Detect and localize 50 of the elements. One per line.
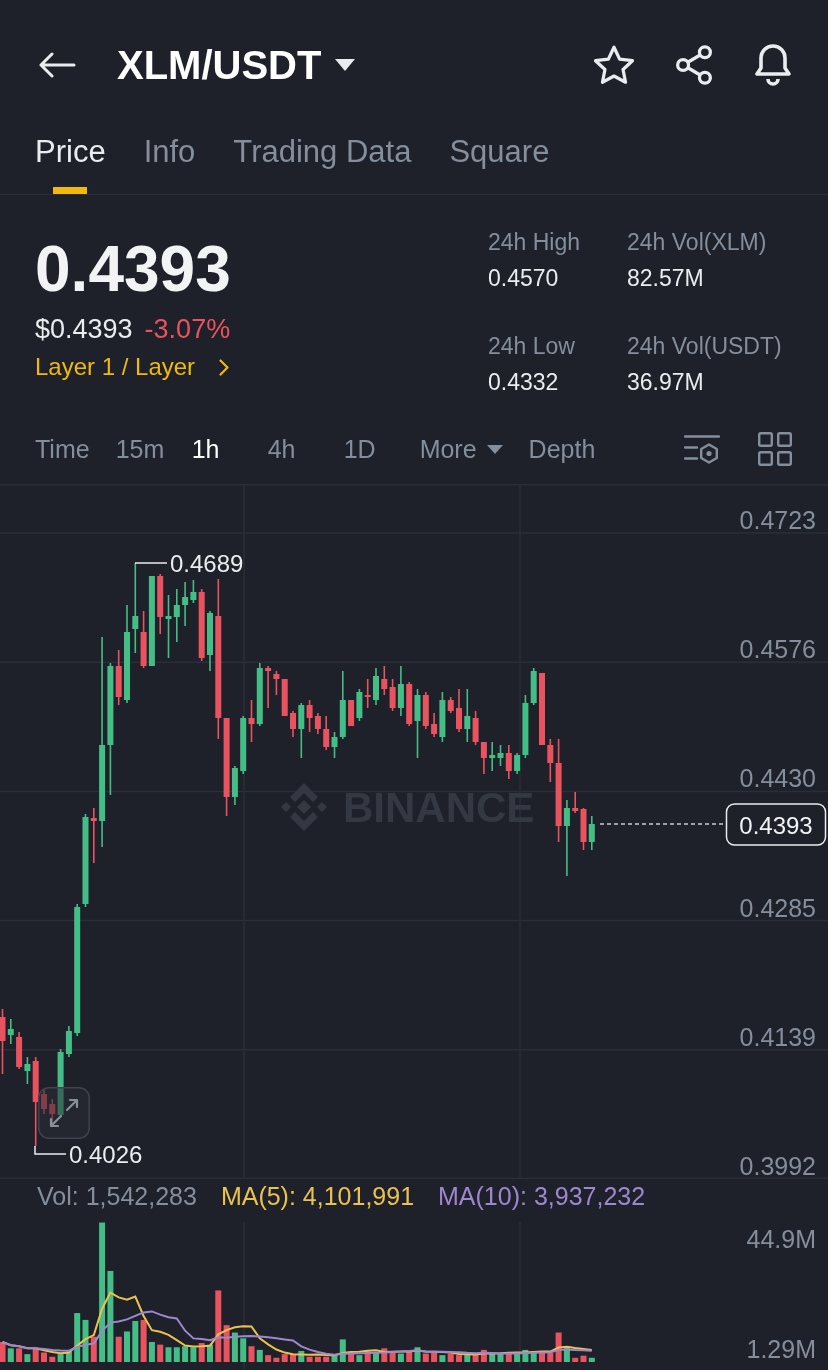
leader-line — [34, 1145, 67, 1155]
axis-label: 0.4576 — [739, 635, 816, 664]
grid-icon[interactable] — [758, 432, 792, 466]
stat-value: 0.4570 — [488, 264, 560, 292]
axis-label: 0.4285 — [739, 893, 816, 922]
chart-tab[interactable]: 1h — [191, 433, 242, 465]
volume-legend-text: MA(10): 3,937,232 — [438, 1181, 646, 1212]
axis-label: 0.3992 — [739, 1152, 816, 1179]
bell-icon[interactable] — [754, 44, 792, 86]
chevron-right-icon — [219, 358, 230, 376]
share-icon[interactable] — [674, 45, 714, 85]
low-price-label: 0.4026 — [69, 1140, 143, 1168]
last-price: 0.4393 — [35, 237, 231, 301]
leader-line — [134, 562, 168, 564]
caret-down-icon — [486, 444, 503, 454]
axis-label: 0.4139 — [739, 1022, 816, 1051]
stat-value: 82.57M — [627, 264, 705, 292]
chart-tab[interactable]: 4h — [267, 433, 318, 465]
volume-legend-text: MA(5): 4,101,991 — [220, 1181, 415, 1212]
axis-label: 1.29M — [746, 1335, 816, 1363]
tab[interactable]: Trading Data — [233, 130, 412, 194]
tab[interactable]: Square — [449, 130, 550, 194]
star-icon[interactable] — [594, 45, 634, 85]
last-price-tag: 0.4393 — [725, 803, 827, 846]
list-hexagon-icon[interactable] — [684, 433, 720, 465]
tab[interactable]: Info — [143, 130, 196, 194]
stat-label: 24h Vol(USDT) — [627, 332, 783, 360]
dropdown-button[interactable]: More — [419, 433, 503, 465]
expand-icon — [49, 1098, 79, 1128]
stat-label: 24h High — [488, 228, 582, 256]
stat-label: 24h Low — [488, 332, 576, 360]
chart-tab[interactable]: Time — [35, 433, 90, 465]
high-price-label: 0.4689 — [170, 549, 244, 577]
axis-label: 0.4430 — [739, 764, 816, 793]
price-change: -3.07% — [144, 313, 231, 345]
stat-value: 0.4332 — [488, 368, 560, 396]
volume-legend-text: Vol: 1,542,283 — [37, 1181, 197, 1212]
axis-label: 0.4723 — [739, 506, 816, 534]
axis-label: 44.9M — [746, 1225, 816, 1253]
expand-button[interactable] — [38, 1087, 90, 1139]
chart-tab[interactable]: 15m — [115, 433, 166, 465]
category-link[interactable]: Layer 1 / Layer — [35, 352, 230, 382]
chart-tab[interactable]: 1D — [343, 433, 394, 465]
caret-down-icon[interactable] — [335, 59, 356, 71]
pair-title[interactable]: XLM/USDT — [117, 41, 322, 89]
stat-label: 24h Vol(XLM) — [627, 228, 768, 256]
stat-value: 36.97M — [627, 368, 705, 396]
usd-price: $0.4393 — [35, 313, 133, 345]
chart-tab[interactable]: Depth — [528, 433, 596, 465]
back-arrow-icon[interactable] — [38, 52, 76, 78]
